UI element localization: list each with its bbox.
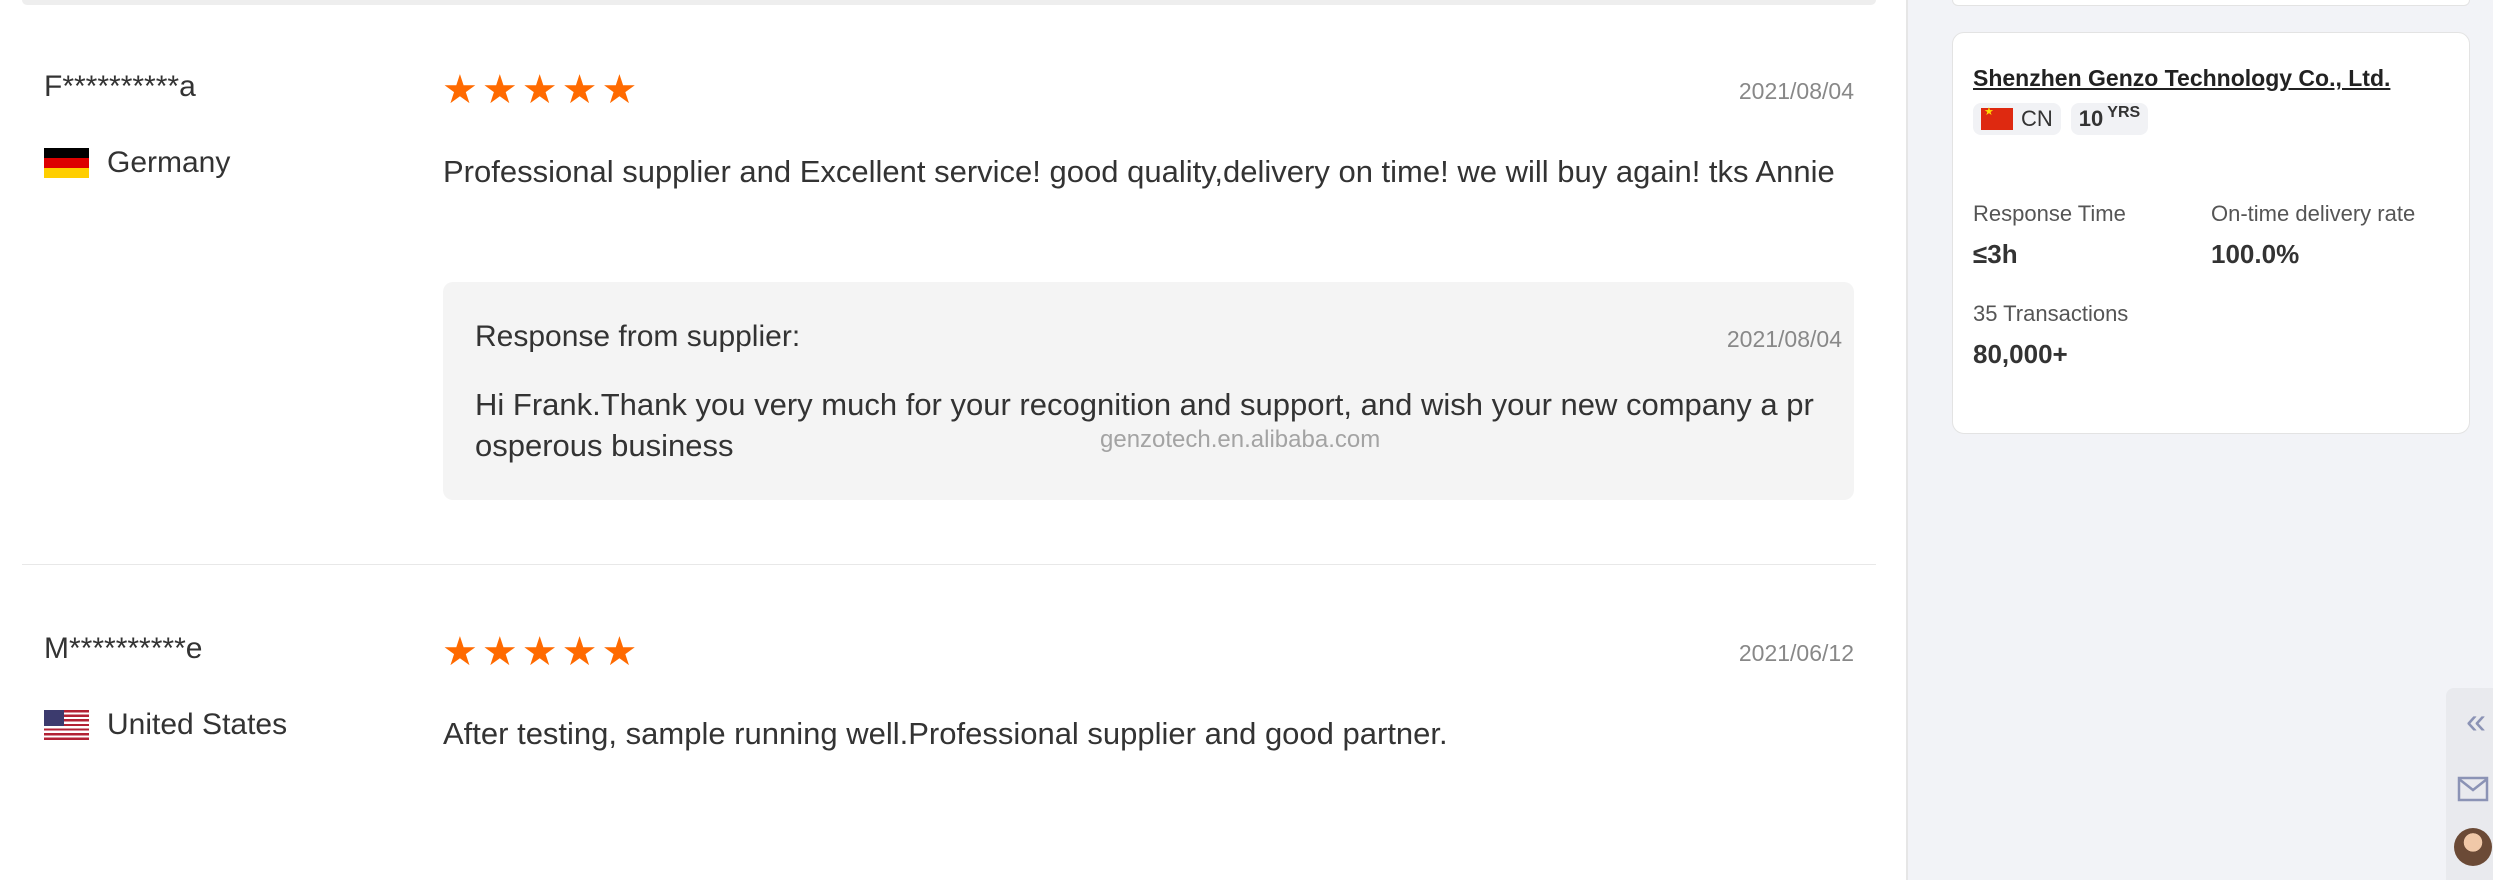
reviews-list: F**********a Germany ★ ★ ★ ★ ★ 2021/08/0…	[0, 0, 1906, 880]
ontime-delivery-value: 100.0%	[2211, 239, 2300, 269]
mail-icon-svg	[2457, 776, 2489, 802]
transactions-value: 80,000+	[1973, 339, 2068, 369]
star-icon: ★	[521, 68, 558, 112]
review-text: Professional supplier and Excellent serv…	[443, 154, 1835, 189]
star-icon: ★	[601, 68, 638, 112]
years-unit: YRS	[2107, 104, 2141, 121]
response-time-label: Response Time	[1973, 201, 2126, 226]
china-flag-icon	[1981, 105, 2013, 130]
page: F**********a Germany ★ ★ ★ ★ ★ 2021/08/0…	[0, 0, 2493, 880]
country-code: CN	[2021, 106, 2053, 131]
star-icon: ★	[601, 630, 638, 674]
country-name: Germany	[107, 146, 231, 179]
floating-toolbar: «	[2446, 688, 2493, 880]
supplier-response: Response from supplier: 2021/08/04 Hi Fr…	[443, 282, 1854, 500]
previous-card-bottom	[1952, 0, 2470, 6]
company-name-link[interactable]: Shenzhen Genzo Technology Co., Ltd.	[1973, 65, 2390, 92]
country-badge: CN	[1973, 103, 2061, 135]
response-label: Response from supplier:	[475, 320, 801, 353]
transactions-label: 35 Transactions	[1973, 301, 2129, 326]
store-watermark: genzotech.en.alibaba.com	[1100, 426, 1381, 453]
supplier-card: Shenzhen Genzo Technology Co., Ltd. CN 1…	[1952, 32, 2470, 434]
star-icon: ★	[442, 68, 478, 112]
reviewer-country: Germany	[44, 146, 230, 180]
avatar	[2454, 828, 2492, 866]
previous-review-bottom	[22, 0, 1876, 5]
star-icon: ★	[481, 630, 518, 674]
ontime-delivery-label: On-time delivery rate	[2211, 201, 2416, 226]
chat-avatar-button[interactable]	[2454, 828, 2492, 866]
reviewer-country: United States	[44, 708, 287, 742]
response-date: 2021/08/04	[1726, 326, 1842, 352]
response-time-value: ≤3h	[1973, 239, 2018, 269]
country-name: United States	[107, 708, 288, 741]
germany-flag-icon	[44, 148, 89, 178]
star-icon: ★	[561, 68, 598, 112]
reviewer-name: F**********a	[44, 70, 196, 103]
reviewer-name: M**********e	[44, 632, 203, 665]
star-icon: ★	[521, 630, 558, 674]
star-icon: ★	[442, 630, 478, 674]
supplier-sidebar: Shenzhen Genzo Technology Co., Ltd. CN 1…	[1906, 0, 2493, 880]
years-value: 10	[2078, 106, 2104, 131]
years-badge: 10 YRS	[2070, 103, 2149, 135]
rating-stars: ★ ★ ★ ★ ★	[442, 632, 637, 672]
review-text: After testing, sample running well.Profe…	[443, 716, 1448, 751]
review-date: 2021/08/04	[1738, 78, 1854, 104]
star-icon: ★	[561, 630, 598, 674]
star-icon: ★	[481, 68, 518, 112]
collapse-icon[interactable]: «	[2454, 700, 2492, 741]
review-date: 2021/06/12	[1738, 640, 1854, 666]
review-divider	[22, 564, 1876, 565]
usa-flag-icon	[44, 710, 89, 740]
rating-stars: ★ ★ ★ ★ ★	[442, 70, 637, 110]
mail-icon[interactable]	[2454, 770, 2492, 808]
supplier-badges: CN 10 YRS	[1973, 103, 2149, 135]
